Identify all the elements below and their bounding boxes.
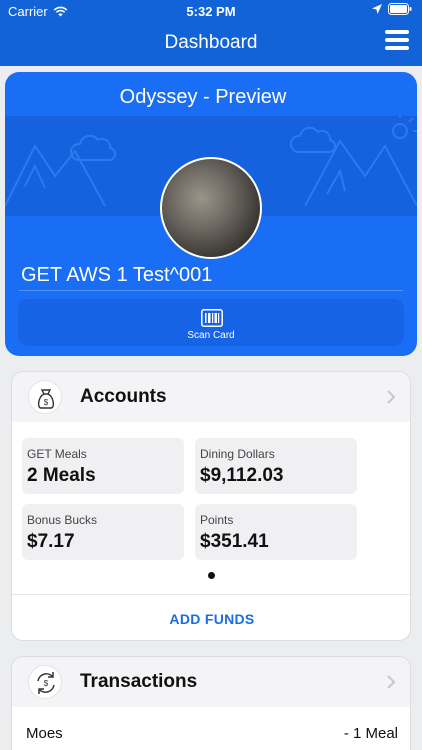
page-title: Dashboard (164, 32, 258, 53)
location-arrow-icon (372, 4, 382, 14)
transaction-name: Moes (26, 725, 63, 742)
card-holder-name: GET AWS 1 Test^001 (21, 264, 213, 286)
money-bag-icon: $ (28, 380, 62, 414)
account-label: Points (200, 513, 234, 527)
divider (12, 594, 410, 595)
accounts-header[interactable]: $ Accounts (12, 372, 410, 422)
account-label: Bonus Bucks (27, 513, 98, 527)
svg-text:$: $ (44, 398, 49, 407)
transactions-header[interactable]: $ Transactions (12, 657, 410, 707)
accounts-panel: $ Accounts GET Meals 2 Meals Dining Doll… (11, 371, 411, 641)
accounts-title: Accounts (80, 386, 167, 407)
account-tile-get-meals[interactable]: GET Meals 2 Meals (22, 438, 184, 494)
nav-bar: Dashboard (0, 22, 422, 66)
account-balance: $9,112.03 (200, 465, 284, 486)
card-divider (19, 290, 403, 291)
battery-icon (388, 3, 412, 15)
chevron-right-icon (387, 390, 396, 404)
account-label: GET Meals (27, 447, 87, 461)
avatar (160, 157, 262, 259)
account-label: Dining Dollars (200, 447, 275, 461)
status-bar: Carrier 5:32 PM (0, 0, 422, 22)
account-tile-points[interactable]: Points $351.41 (195, 504, 357, 560)
account-balance: $7.17 (27, 531, 75, 552)
institution-name: Odyssey - Preview (119, 86, 287, 108)
transaction-row[interactable]: Moes - 1 Meal (12, 725, 410, 749)
account-balance: 2 Meals (27, 465, 96, 486)
scan-card-button[interactable]: Scan Card (18, 299, 404, 346)
account-tile-bonus-bucks[interactable]: Bonus Bucks $7.17 (22, 504, 184, 560)
transactions-panel: $ Transactions Moes - 1 Meal (11, 656, 411, 750)
barcode-icon (201, 309, 223, 327)
transactions-title: Transactions (80, 671, 198, 692)
add-funds-button[interactable]: ADD FUNDS (12, 611, 410, 627)
status-time: 5:32 PM (186, 4, 236, 19)
hamburger-icon[interactable] (385, 30, 409, 54)
account-tile-dining-dollars[interactable]: Dining Dollars $9,112.03 (195, 438, 357, 494)
svg-text:$: $ (44, 679, 49, 688)
page-indicator-dot[interactable] (208, 572, 215, 579)
account-balance: $351.41 (200, 531, 269, 552)
chevron-right-icon (387, 675, 396, 689)
exchange-money-icon: $ (28, 665, 62, 699)
id-card: Odyssey - Preview GET AWS 1 Test^001 Sca… (5, 72, 417, 356)
scan-card-label: Scan Card (187, 330, 235, 341)
transaction-amount: - 1 Meal (343, 725, 398, 742)
